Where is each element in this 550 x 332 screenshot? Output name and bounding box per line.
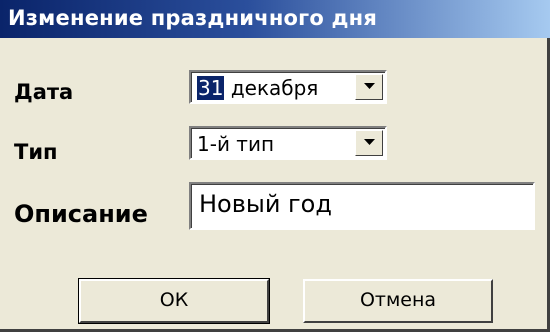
chevron-down-icon bbox=[364, 83, 375, 89]
date-combobox[interactable]: 31 декабря bbox=[189, 70, 387, 104]
date-dropdown-button[interactable] bbox=[355, 74, 383, 100]
ok-button[interactable]: ОК bbox=[78, 278, 270, 324]
title-bar[interactable]: Изменение праздничного дня bbox=[0, 0, 550, 38]
date-value: 31 декабря bbox=[197, 76, 318, 100]
window-title: Изменение праздничного дня bbox=[8, 6, 378, 30]
type-dropdown-button[interactable] bbox=[355, 130, 383, 156]
type-label: Тип bbox=[14, 140, 58, 164]
date-month: декабря bbox=[230, 76, 319, 100]
description-label: Описание bbox=[14, 200, 148, 228]
chevron-down-icon bbox=[364, 139, 375, 145]
holiday-edit-dialog: Изменение праздничного дня Дата 31 декаб… bbox=[0, 0, 550, 332]
type-value: 1-й тип bbox=[197, 132, 275, 156]
date-day-selected: 31 bbox=[197, 76, 225, 100]
type-combobox[interactable]: 1-й тип bbox=[189, 126, 387, 160]
description-value: Новый год bbox=[199, 190, 332, 218]
cancel-button[interactable]: Отмена bbox=[303, 279, 493, 323]
date-label: Дата bbox=[14, 80, 74, 104]
description-field[interactable]: Новый год bbox=[189, 182, 535, 230]
